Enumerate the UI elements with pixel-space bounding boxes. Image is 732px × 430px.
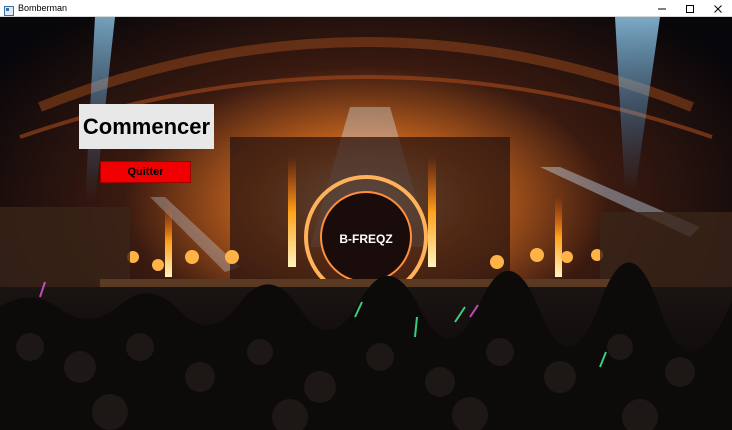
start-button[interactable]: Commencer — [79, 104, 214, 149]
window-title: Bomberman — [18, 3, 68, 13]
app-icon — [4, 3, 14, 16]
quit-button[interactable]: Quitter — [100, 161, 191, 183]
window-controls — [648, 0, 732, 17]
close-button[interactable] — [704, 0, 732, 17]
title-bar[interactable]: Bomberman — [0, 0, 732, 17]
maximize-button[interactable] — [676, 0, 704, 17]
minimize-icon — [658, 8, 666, 9]
game-window: Bomberman B-FREQZ Commencer Quitter — [0, 0, 732, 430]
maximize-icon — [686, 4, 694, 13]
minimize-button[interactable] — [648, 0, 676, 17]
stage-sign: B-FREQZ — [339, 232, 392, 246]
close-icon — [714, 4, 722, 13]
background-image: B-FREQZ — [0, 17, 732, 430]
